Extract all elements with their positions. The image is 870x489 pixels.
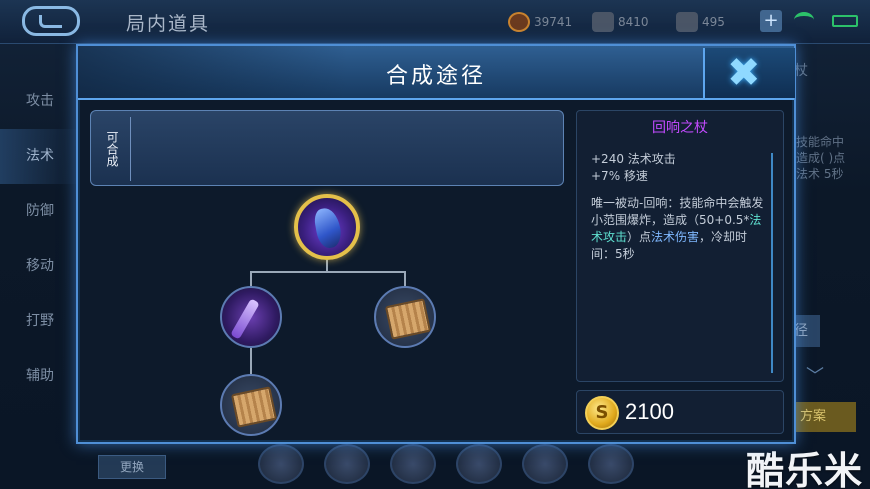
tome-icon[interactable] xyxy=(220,374,282,436)
background-item-title: 杖 xyxy=(794,63,808,79)
equip-slot-icon xyxy=(390,444,436,484)
item-stats: +240 法术攻击 +7% 移速 xyxy=(591,151,676,185)
tree-connector xyxy=(250,271,406,273)
voucher-value: 495 xyxy=(702,15,725,29)
menu-magic[interactable]: 法术 xyxy=(0,129,80,184)
item-description-panel: 回响之杖 +240 法术攻击 +7% 移速 唯一被动-回响：技能命中会触发小范围… xyxy=(576,110,784,382)
voucher-counter: 495 xyxy=(676,12,725,32)
gold-coin-icon xyxy=(508,12,530,32)
equip-slot-icon xyxy=(522,444,568,484)
equip-slot-icon xyxy=(258,444,304,484)
magic-staff-icon[interactable] xyxy=(220,286,282,348)
echo-staff-icon[interactable] xyxy=(294,194,360,260)
tree-connector xyxy=(404,271,406,286)
category-menu: 攻击 法术 防御 移动 打野 辅助 xyxy=(0,74,80,404)
equip-slot-icon xyxy=(324,444,370,484)
dialog-title: 合成途径 xyxy=(385,64,486,89)
item-name: 回响之杖 xyxy=(652,120,708,136)
item-passive: 唯一被动-回响：技能命中会触发小范围爆炸，造成（50+0.5*法术攻击）点法术伤… xyxy=(591,195,771,263)
gold-value: 39741 xyxy=(534,15,573,29)
equipment-slots xyxy=(258,440,658,484)
close-button[interactable]: ✖ xyxy=(703,48,795,98)
combinable-items-bar: 可合成 xyxy=(90,110,564,186)
passive-text: 唯一被动-回响：技能命中会触发小范围爆炸，造成（50+0.5* xyxy=(591,196,764,227)
item-stat-move-speed: +7% 移速 xyxy=(591,169,648,183)
gold-coin-icon: S xyxy=(585,396,619,430)
watermark: 酷乐米 xyxy=(746,449,864,489)
combinable-label: 可合成 xyxy=(95,117,131,181)
price-panel: S 2100 xyxy=(576,390,784,434)
chevron-down-icon: ﹀ xyxy=(806,366,824,387)
top-bar: 局内道具 39741 8410 495 + xyxy=(0,0,870,44)
tree-connector xyxy=(250,348,252,374)
passive-text: ）点 xyxy=(627,230,652,244)
item-stat-magic-attack: +240 法术攻击 xyxy=(591,152,676,166)
menu-movement[interactable]: 移动 xyxy=(0,239,80,294)
menu-support[interactable]: 辅助 xyxy=(0,349,80,404)
description-scrollbar[interactable] xyxy=(771,153,773,373)
menu-jungle[interactable]: 打野 xyxy=(0,294,80,349)
background-detail-panel: 杖 技能命中 造成( )点法术 5秒 径 ﹀ 方案 xyxy=(790,50,870,489)
voucher-icon xyxy=(676,12,698,32)
item-price: 2100 xyxy=(625,399,674,424)
page-title: 局内道具 xyxy=(126,13,211,35)
diamond-counter: 8410 xyxy=(592,12,649,32)
diamond-value: 8410 xyxy=(618,15,649,29)
equip-slot-icon xyxy=(588,444,634,484)
back-button[interactable] xyxy=(22,6,80,36)
background-plan-button: 方案 xyxy=(790,402,856,432)
menu-attack[interactable]: 攻击 xyxy=(0,74,80,129)
replace-button: 更换 xyxy=(98,455,166,479)
diamond-icon xyxy=(592,12,614,32)
close-icon: ✖ xyxy=(727,50,761,96)
synthesis-path-dialog: 合成途径 ✖ 可合成 回响之杖 +240 法术攻击 +7% 移速 唯一被动-回响… xyxy=(76,44,796,444)
menu-defense[interactable]: 防御 xyxy=(0,184,80,239)
background-item-desc: 技能命中 造成( )点法术 5秒 xyxy=(796,135,846,181)
equip-slot-icon xyxy=(456,444,502,484)
wifi-icon xyxy=(794,12,814,28)
tree-connector xyxy=(250,271,252,286)
gold-counter: 39741 xyxy=(508,12,572,32)
add-currency-button[interactable]: + xyxy=(760,10,782,32)
battery-icon xyxy=(832,15,858,27)
dialog-header: 合成途径 xyxy=(78,46,794,100)
passive-highlight-magic-damage: 法术伤害 xyxy=(651,230,700,244)
tome-icon[interactable] xyxy=(374,286,436,348)
